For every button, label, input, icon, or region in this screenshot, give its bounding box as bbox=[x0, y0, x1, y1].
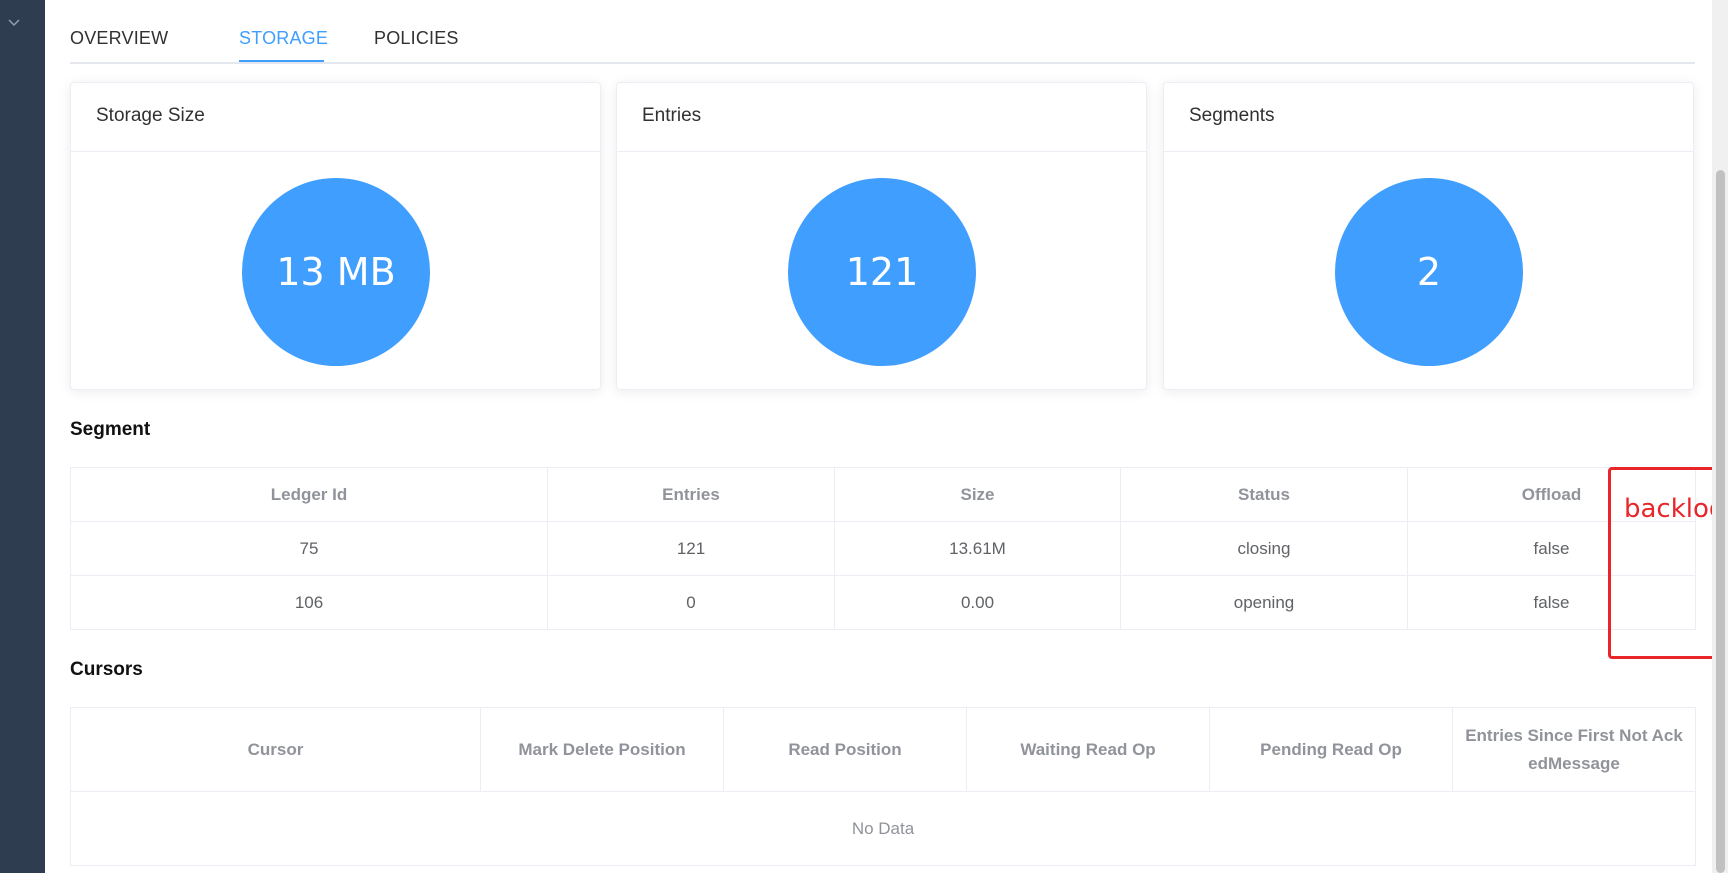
tab-overview[interactable]: OVERVIEW bbox=[70, 28, 168, 49]
table-cell: 121 bbox=[547, 521, 835, 576]
column-header[interactable]: Entries Since First Not AckedMessage bbox=[1452, 707, 1696, 792]
chevron-down-icon[interactable] bbox=[6, 14, 22, 30]
cursors-table: Cursor Mark Delete Position Read Positio… bbox=[70, 707, 1696, 866]
column-header[interactable]: Cursor bbox=[70, 707, 481, 792]
cursors-section-title: Cursors bbox=[70, 659, 143, 680]
active-tab-indicator bbox=[239, 60, 324, 62]
segments-card: Segments 2 bbox=[1163, 82, 1694, 390]
table-row[interactable]: 75 121 13.61M closing false bbox=[70, 521, 1696, 576]
table-cell: 0 bbox=[547, 575, 835, 630]
sidebar bbox=[0, 0, 45, 873]
column-header[interactable]: Waiting Read Op bbox=[966, 707, 1210, 792]
column-header[interactable]: Entries bbox=[547, 467, 835, 522]
scrollbar-thumb[interactable] bbox=[1716, 170, 1725, 873]
tab-bar: OVERVIEW STORAGE POLICIES bbox=[70, 0, 1695, 64]
tab-policies[interactable]: POLICIES bbox=[374, 28, 459, 49]
table-header-row: Ledger Id Entries Size Status Offload bbox=[70, 467, 1696, 522]
table-cell: 0.00 bbox=[834, 575, 1121, 630]
column-header[interactable]: Mark Delete Position bbox=[480, 707, 724, 792]
segment-table: Ledger Id Entries Size Status Offload 75… bbox=[70, 467, 1696, 630]
column-header[interactable]: Pending Read Op bbox=[1209, 707, 1453, 792]
tab-storage[interactable]: STORAGE bbox=[239, 28, 328, 49]
table-row[interactable]: 106 0 0.00 opening false bbox=[70, 575, 1696, 630]
segments-value: 2 bbox=[1335, 178, 1523, 366]
table-cell: 13.61M bbox=[834, 521, 1121, 576]
column-header[interactable]: Size bbox=[834, 467, 1121, 522]
annotation-label: backlog bbox=[1624, 494, 1726, 524]
table-header-row: Cursor Mark Delete Position Read Positio… bbox=[70, 707, 1696, 792]
table-cell: opening bbox=[1120, 575, 1408, 630]
card-title: Segments bbox=[1164, 83, 1693, 152]
storage-size-card: Storage Size 13 MB bbox=[70, 82, 601, 390]
main-content: OVERVIEW STORAGE POLICIES Storage Size 1… bbox=[45, 0, 1728, 873]
column-header[interactable]: Read Position bbox=[723, 707, 967, 792]
card-title: Entries bbox=[617, 83, 1146, 152]
empty-state: No Data bbox=[70, 791, 1696, 866]
table-cell: 106 bbox=[70, 575, 548, 630]
column-header[interactable]: Ledger Id bbox=[70, 467, 548, 522]
table-cell: closing bbox=[1120, 521, 1408, 576]
entries-card: Entries 121 bbox=[616, 82, 1147, 390]
entries-value: 121 bbox=[788, 178, 976, 366]
column-header[interactable]: Status bbox=[1120, 467, 1408, 522]
storage-size-value: 13 MB bbox=[242, 178, 430, 366]
table-cell: 75 bbox=[70, 521, 548, 576]
segment-section-title: Segment bbox=[70, 419, 151, 440]
card-title: Storage Size bbox=[71, 83, 600, 152]
